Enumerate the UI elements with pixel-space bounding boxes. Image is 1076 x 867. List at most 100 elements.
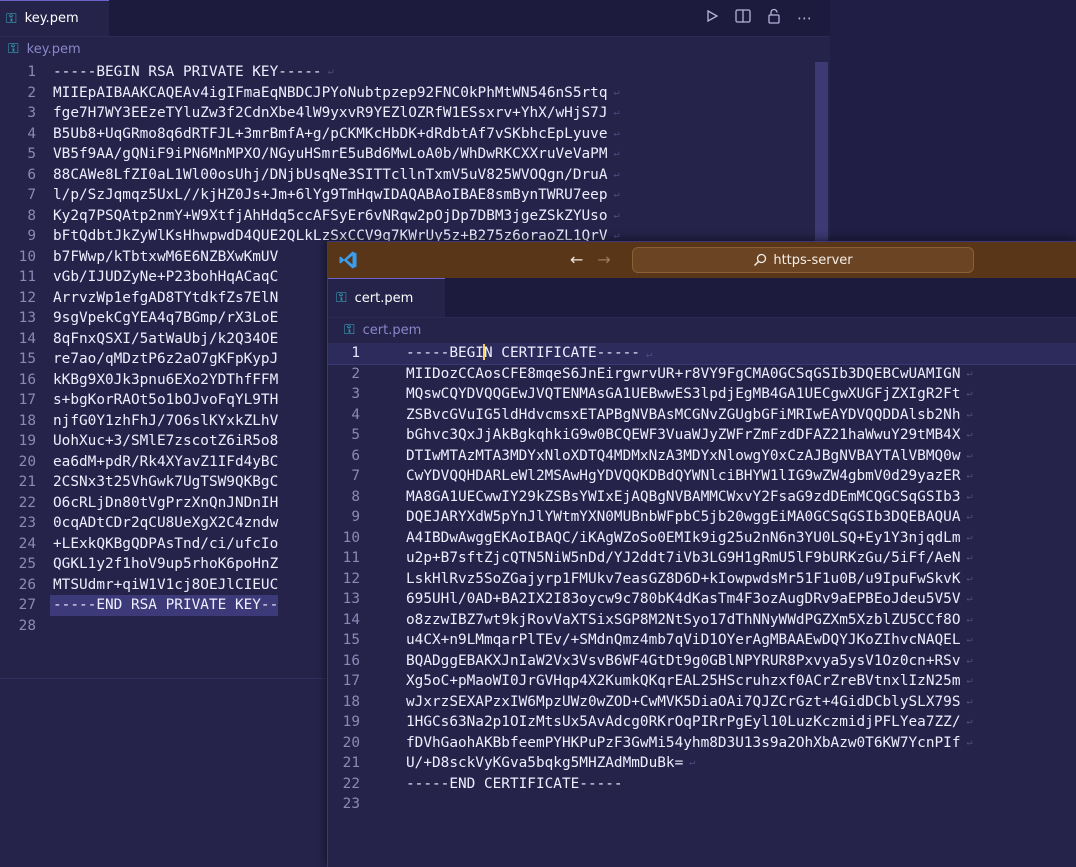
line-text: fge7H7WY3EEzeTYluZw3f2CdnXbe4lW9yxvR9YEZ…: [53, 105, 608, 121]
background-window-area: [830, 0, 1076, 240]
tab-label: cert.pem: [354, 290, 414, 306]
newline-glyph: ↵: [960, 695, 973, 707]
line-number: 23: [18, 515, 36, 531]
run-icon[interactable]: [705, 9, 719, 27]
line-number: 26: [18, 576, 36, 593]
code-line: 8 MA8GA1UECwwIY29kZSBsYWIxEjAQBgNVBAMMCWx…: [328, 487, 1076, 508]
newline-glyph: ↵: [960, 429, 973, 440]
line-number: 11: [342, 550, 360, 566]
code-line: 6 88CAWe8LfZI0aL1Wl00osUhj/DNjbUsqNe3SITT…: [0, 165, 814, 186]
line-number: 9: [351, 509, 360, 525]
code-line: 8 Ky2q7PSQAtp2nmY+W9XtfjAhHdq5ccAFSyEr6vN…: [0, 206, 814, 227]
line-number: 1: [351, 345, 360, 361]
key-icon: ⚿: [6, 10, 17, 27]
breadcrumb-file[interactable]: key.pem: [27, 42, 81, 57]
line-text: l/p/SzJqmqz5UxL//kjHZ0Js+Jm+6lYg9TmHqwID…: [53, 187, 608, 203]
line-number: 3: [351, 386, 360, 402]
line-number: 6: [351, 447, 360, 464]
line-text: UohXuc+3/SMlE7zscotZ6iR5o8: [53, 433, 279, 449]
line-number: 4: [27, 125, 36, 142]
code-line: 5 bGhvc3QxJjAkBgkqhkiG9w0BCQEWF3VuaWJyZWF…: [328, 425, 1076, 446]
newline-glyph: ↵: [960, 470, 973, 481]
line-text: re7ao/qMDztP6z2aO7gKFpKypJ: [53, 351, 279, 367]
line-number: 17: [342, 673, 360, 689]
key-icon: ⚿: [344, 322, 355, 338]
line-text: B5Ub8+UqGRmo8q6dRTFJL+3mrBmfA+g/pCKMKcHb…: [53, 125, 608, 142]
line-text: +LExkQKBgQDPAsTnd/ci/ufcIo: [53, 535, 279, 552]
editor-actions: ⋯: [705, 0, 830, 36]
line-text: Ky2q7PSQAtp2nmY+W9XtfjAhHdq5ccAFSyEr6vNR…: [53, 207, 608, 224]
line-number: 18: [342, 693, 360, 710]
tab-cert-pem[interactable]: ⚿ cert.pem: [328, 278, 446, 317]
line-number: 1: [27, 64, 36, 80]
line-text: O6cRLjDn80tVgPrzXnQnJNDnIH: [53, 494, 279, 511]
line-text: U/+D8sckVyKGva5bqkg5MHZAdMmDuBk=: [406, 755, 684, 771]
line-text: Xg5oC+pMaoWI0JrGVHqp4X2KumkQKqrEAL25HScr…: [406, 673, 961, 689]
command-center-search[interactable]: https-server: [632, 247, 974, 273]
line-text: ArrvzWp1efgAD8TYtdkfZs7ElN: [53, 289, 279, 306]
unlock-icon[interactable]: [767, 8, 781, 28]
line-number: 2: [27, 84, 36, 101]
back-arrow-icon[interactable]: ←: [570, 250, 583, 269]
newline-glyph: ↵: [960, 654, 973, 666]
more-actions-icon[interactable]: ⋯: [797, 9, 812, 27]
newline-glyph: ↵: [960, 716, 973, 727]
line-number: 17: [18, 392, 36, 408]
line-number: 27: [18, 597, 36, 613]
code-line: 13 695UHl/0AD+BA2IX2I83oycw9c780bK4dKasTm…: [328, 589, 1076, 610]
line-text: wJxrzSEXAPzxIW6MpzUWz0wZOD+CwMVK5DiaOAi7…: [406, 693, 961, 710]
newline-glyph: ↵: [607, 168, 620, 180]
line-text: njfG0Y1zhFhJ/7O6slKYxkZLhV: [53, 412, 279, 429]
line-text: MQswCQYDVQQGEwJVQTENMAsGA1UEBwwES3lpdjEg…: [406, 386, 961, 402]
code-line: 3 fge7H7WY3EEzeTYluZw3f2CdnXbe4lW9yxvR9YE…: [0, 103, 814, 124]
split-editor-icon[interactable]: [735, 9, 751, 27]
tab-bar: ⚿ cert.pem: [328, 278, 1076, 318]
line-text: fDVhGaohAKBbfeemPYHKPuPzF3GwMi54yhm8D3U1…: [406, 734, 961, 751]
title-bar: ← → https-server: [328, 242, 1076, 278]
line-text: [374, 794, 406, 815]
editor-window-cert: ← → https-server ⚿ cert.pem ⚿ cert.pem 1…: [327, 241, 1076, 867]
line-text: BQADggEBAKXJnIaW2Vx3VsvB6WF4GtDt9g0GBlNP…: [406, 652, 961, 669]
code-editor-cert[interactable]: 1 -----BEGIN CERTIFICATE----- ↵ 2 MIIDozC…: [328, 343, 1076, 867]
line-text: -----END RSA PRIVATE KEY--: [50, 595, 279, 616]
navigation-arrows: ← →: [570, 250, 611, 269]
newline-glyph: ↵: [607, 209, 620, 221]
line-text: u4CX+n9LMmqarPlTEv/+SMdnQmz4mb7qViD1OYer…: [406, 632, 961, 648]
code-line: 3 MQswCQYDVQQGEwJVQTENMAsGA1UEBwwES3lpdjE…: [328, 384, 1076, 405]
line-number: 18: [18, 412, 36, 429]
code-line: 4 ZSBvcGVuIG5ldHdvcmsxETAPBgNVBAsMCGNvZGU…: [328, 405, 1076, 426]
code-line: 10 A4IBDwAwggEKAoIBAQC/iKAgWZoSo0EMIk9ig2…: [328, 528, 1076, 549]
newline-glyph: ↵: [960, 531, 973, 543]
newline-glyph: ↵: [683, 757, 696, 768]
line-text: kKBg9X0Jk3pnu6EXo2YDThfFFM: [53, 371, 279, 388]
newline-glyph: ↵: [960, 388, 973, 399]
key-icon: ⚿: [336, 290, 347, 306]
line-number: 14: [342, 611, 360, 628]
code-line: 22 -----END CERTIFICATE-----: [328, 774, 1076, 795]
key-icon: ⚿: [8, 41, 19, 57]
newline-glyph: ↵: [960, 613, 973, 625]
line-number: 22: [342, 775, 360, 792]
code-line: 7 CwYDVQQHDARLeWl2MSAwHgYDVQQKDBdQYWNlciB…: [328, 466, 1076, 487]
code-line: 21 U/+D8sckVyKGva5bqkg5MHZAdMmDuBk= ↵: [328, 753, 1076, 774]
newline-glyph: ↵: [960, 511, 973, 522]
code-line: 18 wJxrzSEXAPzxIW6MpzUWz0wZOD+CwMVK5DiaOA…: [328, 692, 1076, 713]
search-icon: [754, 253, 767, 267]
line-number: 20: [342, 734, 360, 751]
line-text: MTSUdmr+qiW1V1cj8OEJlCIEUC: [53, 576, 279, 593]
forward-arrow-icon[interactable]: →: [597, 250, 610, 269]
line-number: 7: [351, 468, 360, 484]
newline-glyph: ↵: [960, 552, 973, 563]
newline-glyph: ↵: [960, 593, 973, 604]
breadcrumb-file[interactable]: cert.pem: [363, 323, 422, 338]
line-number: 10: [18, 248, 36, 265]
code-line: 12 LskHlRvz5SoZGajyrp1FMUkv7easGZ8D6D+kIo…: [328, 569, 1076, 590]
line-number: 8: [351, 488, 360, 505]
line-text: 0cqADtCDr2qCU8UeXgX2C4zndw: [53, 515, 279, 531]
line-number: 15: [18, 351, 36, 367]
line-number: 19: [18, 433, 36, 449]
tab-key-pem[interactable]: ⚿ key.pem: [0, 0, 109, 36]
line-text: u2p+B7sftZjcQTN5NiW5nDd/YJ2ddt7iVb3LG9H1…: [406, 550, 961, 566]
line-text: ZSBvcGVuIG5ldHdvcmsxETAPBgNVBAsMCGNvZGUg…: [406, 406, 961, 423]
scrollbar-thumb[interactable]: [815, 62, 828, 254]
